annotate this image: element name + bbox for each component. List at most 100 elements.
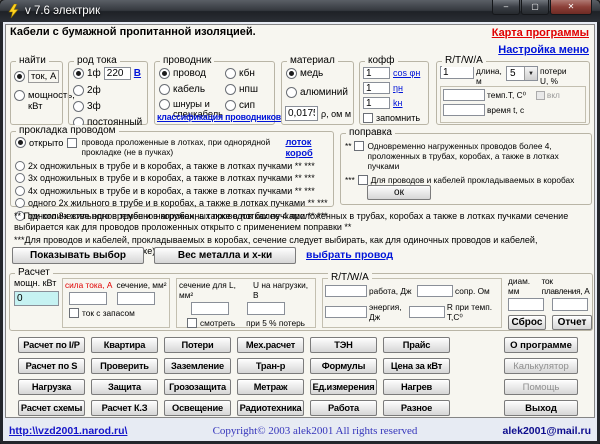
correction-ok-button[interactable]: ок (367, 185, 431, 200)
dropdown-arrow-icon[interactable]: ▼ (524, 67, 537, 80)
heating-button[interactable]: Нагрев (383, 379, 450, 395)
phase-3-radio[interactable] (73, 101, 84, 112)
laying-option-radio[interactable] (15, 186, 25, 196)
insulation-info-text: Кабели с бумажной пропитанной изоляцией. (10, 26, 256, 38)
cos-input[interactable] (363, 67, 390, 79)
close-icon[interactable]: ✕ (550, 0, 592, 15)
section-l-input[interactable] (191, 302, 229, 315)
find-current-radio[interactable] (14, 71, 25, 82)
work-button[interactable]: Работа (310, 400, 377, 416)
eta-input[interactable] (363, 82, 390, 94)
conductor-sip-radio[interactable] (225, 100, 236, 111)
diameter-input[interactable] (508, 298, 544, 311)
scheme-calc-button[interactable]: Расчет схемы (18, 400, 85, 416)
temp-input[interactable] (443, 89, 485, 101)
k-input[interactable] (363, 97, 390, 109)
short-circuit-button[interactable]: Расчет К.З (91, 400, 158, 416)
watch-checkbox[interactable] (187, 318, 197, 328)
cos-link[interactable]: cos φн (393, 68, 420, 78)
length-input[interactable] (440, 66, 474, 79)
duct-link[interactable]: короб (285, 148, 312, 158)
conductor-cords-radio[interactable] (159, 99, 170, 110)
maximize-icon[interactable]: ▢ (521, 0, 549, 15)
losses-label: потери U, % (540, 66, 576, 86)
r-temp-label: R при темп. T,C⁰ (447, 302, 499, 322)
price-button[interactable]: Прайс (383, 337, 450, 353)
power-input[interactable] (14, 291, 59, 306)
reserve-checkbox[interactable] (69, 308, 79, 318)
metal-weight-button[interactable]: Вес металла и х-ки (154, 247, 296, 264)
conductor-classification-link[interactable]: классификация проводников (157, 112, 272, 122)
menu-settings-link[interactable]: Настройка меню (498, 44, 589, 56)
resistance-input[interactable] (417, 285, 453, 297)
tray-link[interactable]: лоток (285, 137, 312, 147)
price-per-kwt-button[interactable]: Цена за кВт (383, 358, 450, 374)
conductor-group-label: проводник (160, 55, 214, 67)
voltage-unit-link[interactable]: В (134, 68, 141, 79)
apartment-button[interactable]: Квартира (91, 337, 158, 353)
conductor-kbn-radio[interactable] (225, 68, 236, 79)
section-result-input[interactable] (117, 292, 155, 305)
about-button[interactable]: О программе (504, 337, 578, 353)
help-button[interactable]: Помощь (504, 379, 578, 395)
conductor-wire-radio[interactable] (159, 68, 170, 79)
homepage-link[interactable]: http:\\vzd2001.narod.ru\ (9, 425, 127, 437)
melting-current-input[interactable] (552, 298, 588, 311)
formulas-button[interactable]: Формулы (310, 358, 377, 374)
laying-open-label: открыто (29, 138, 63, 148)
minimize-icon[interactable]: – (492, 0, 520, 15)
section-l-label: сечение для L, мм² (179, 280, 249, 300)
grounding-button[interactable]: Заземление (164, 358, 231, 374)
phase-1-radio[interactable] (73, 68, 84, 79)
remember-checkbox[interactable] (363, 113, 373, 123)
on-checkbox[interactable] (536, 91, 545, 100)
laying-open-radio[interactable] (15, 137, 26, 148)
find-power-radio[interactable] (14, 90, 25, 101)
work-input[interactable] (325, 285, 367, 297)
lightning-protection-button[interactable]: Грозозащита (164, 379, 231, 395)
report-button[interactable]: Отчет (552, 315, 592, 330)
phase-2-radio[interactable] (73, 85, 84, 96)
eta-link[interactable]: ηн (393, 83, 403, 93)
correction-checkbox-1[interactable] (354, 141, 364, 151)
radio-engineering-button[interactable]: Радиотехника (237, 400, 304, 416)
k-coeff-link[interactable]: kн (393, 98, 402, 108)
ten-button[interactable]: ТЭН (310, 337, 377, 353)
material-copper-radio[interactable] (286, 68, 297, 79)
protection-button[interactable]: Защита (91, 379, 158, 395)
r-temp-input[interactable] (409, 306, 445, 318)
transformer-button[interactable]: Тран-р (237, 358, 304, 374)
time-input[interactable] (443, 104, 485, 116)
choose-wire-link[interactable]: выбрать провод (306, 249, 393, 261)
resistivity-input[interactable] (285, 106, 318, 121)
laying-option-radio[interactable] (15, 173, 25, 183)
calculator-button[interactable]: Калькулятор (504, 358, 578, 374)
lighting-button[interactable]: Освещение (164, 400, 231, 416)
conductor-npsh-radio[interactable] (225, 84, 236, 95)
material-aluminum-radio[interactable] (286, 87, 297, 98)
units-button[interactable]: Ед.измерения (310, 379, 377, 395)
mech-calc-button[interactable]: Мех.расчет (237, 337, 304, 353)
tray-checkbox[interactable] (67, 138, 77, 148)
check-button[interactable]: Проверить (91, 358, 158, 374)
losses-select[interactable]: 5 ▼ (506, 66, 538, 81)
reset-button[interactable]: Сброс (508, 315, 546, 330)
calc-by-s-button[interactable]: Расчет по S (18, 358, 85, 374)
correction-checkbox-2[interactable] (358, 175, 368, 185)
show-choice-button[interactable]: Показывать выбор (12, 247, 144, 264)
load-button[interactable]: Нагрузка (18, 379, 85, 395)
current-result-input[interactable] (69, 292, 107, 305)
email-link[interactable]: alek2001@mail.ru (503, 425, 591, 437)
losses-button[interactable]: Потери (164, 337, 231, 353)
program-map-link[interactable]: Карта программы (492, 27, 589, 39)
conductor-cable-radio[interactable] (159, 84, 170, 95)
laying-option-radio[interactable] (15, 198, 25, 208)
metering-button[interactable]: Метраж (237, 379, 304, 395)
laying-option-radio[interactable] (15, 161, 25, 171)
misc-button[interactable]: Разное (383, 400, 450, 416)
calc-by-ip-button[interactable]: Расчет по I/P (18, 337, 85, 353)
voltage-input[interactable] (104, 67, 131, 80)
energy-input[interactable] (325, 306, 367, 318)
exit-button[interactable]: Выход (504, 400, 578, 416)
load-voltage-input[interactable] (247, 302, 285, 315)
